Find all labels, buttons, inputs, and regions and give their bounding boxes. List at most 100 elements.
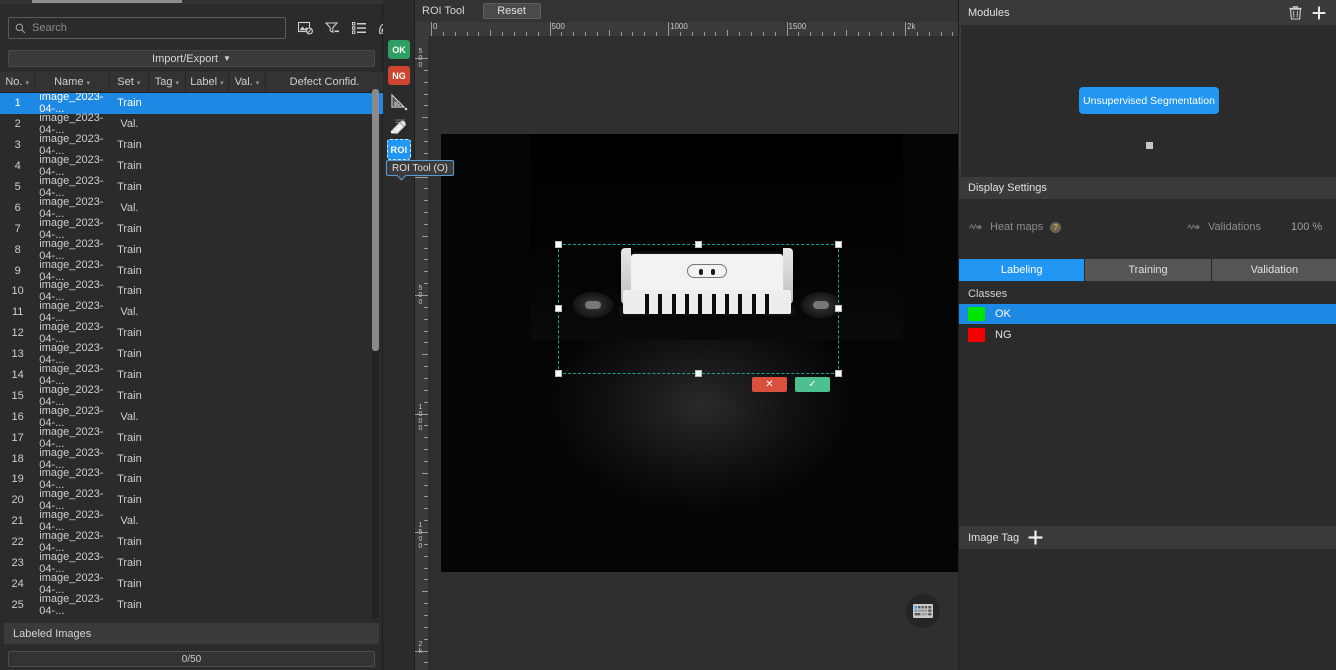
cell-set: Train [117,494,142,507]
table-row[interactable]: 3 image_2023-04-... Train [0,133,383,158]
cell-label [186,323,229,344]
table-row[interactable]: 5 image_2023-04-... Train [0,175,383,199]
cell-set: Train [117,452,142,465]
funnel-filter-icon[interactable] [324,21,341,36]
class-item-ok[interactable]: OK [959,304,1336,324]
validations-row[interactable]: Validations [1187,221,1261,233]
table-row[interactable]: 20 image_2023-04-... Train [0,488,383,512]
ruler-label: 0 [433,22,438,31]
roi-handle-top-left[interactable] [555,241,562,248]
tab-training[interactable]: Training [1085,259,1211,281]
table-row[interactable]: 12 image_2023-04-... Train [0,321,383,345]
table-row[interactable]: 24 image_2023-04-... Train [0,572,383,596]
ng-class-tool[interactable]: NG [388,66,410,85]
table-row[interactable]: 19 image_2023-04-... Train [0,467,383,491]
sort-caret-icon[interactable]: ▾ [220,79,224,87]
table-row[interactable]: 6 image_2023-04-... Val. [0,196,383,220]
table-row[interactable]: 8 image_2023-04-... Train [0,238,383,262]
table-row[interactable]: 22 image_2023-04-... Train [0,530,383,554]
plus-icon[interactable] [1311,5,1327,21]
table-row[interactable]: 16 image_2023-04-... Val. [0,405,383,429]
roi-confirm-button[interactable]: ✓ [795,377,830,392]
column-header-no[interactable]: No. ▾ [0,71,36,93]
roi-handle-bottom-right[interactable] [835,370,842,377]
table-row[interactable]: 10 image_2023-04-... Train [0,279,383,303]
cell-set: Train [117,577,142,590]
roi-handle-bottom-left[interactable] [555,370,562,377]
cell-set: Train [117,285,142,298]
help-icon[interactable]: ? [1050,221,1062,233]
class-item-ng[interactable]: NG [959,325,1336,345]
table-row[interactable]: 23 image_2023-04-... Train [0,551,383,575]
cell-set: Train [117,264,142,277]
validations-toggle-icon[interactable] [1187,223,1201,231]
tab-validation[interactable]: Validation [1211,259,1336,281]
table-row[interactable]: 14 image_2023-04-... Train [0,363,383,387]
roi-selection-box[interactable] [555,241,842,377]
table-row[interactable]: 17 image_2023-04-... Train [0,426,383,450]
list-view-icon[interactable] [351,21,368,36]
keyboard-shortcuts-button[interactable] [906,594,940,628]
table-row[interactable]: 9 image_2023-04-... Train [0,259,383,283]
class-color-swatch[interactable] [968,328,985,342]
column-header-tag[interactable]: Tag ▾ [149,71,187,93]
list-scrollbar-thumb[interactable] [372,89,379,351]
table-row[interactable]: 7 image_2023-04-... Train [0,217,383,241]
ok-class-tool[interactable]: OK [388,40,410,59]
sort-caret-icon[interactable]: ▾ [25,79,29,87]
import-export-button[interactable]: Import/Export ▼ [8,50,375,67]
sort-caret-icon[interactable]: ▾ [256,79,260,87]
image-filter-icon[interactable] [297,21,314,36]
cell-set: Train [117,431,142,444]
image-tag-body[interactable] [959,549,1336,670]
cell-name: image_2023-04-... [39,112,104,137]
table-row[interactable]: 15 image_2023-04-... Train [0,384,383,408]
eraser-tool[interactable] [388,114,410,138]
heat-map-toggle-icon[interactable] [969,223,983,231]
table-row[interactable]: 4 image_2023-04-... Train [0,154,383,178]
cell-defect [266,156,383,177]
column-header-val[interactable]: Val. ▾ [229,71,267,93]
table-row[interactable]: 1 image_2023-04-... Train [0,93,383,115]
roi-handle-middle-right[interactable] [835,305,842,312]
table-row[interactable]: 11 image_2023-04-... Val. [0,300,383,324]
tab-labeling[interactable]: Labeling [959,259,1085,281]
table-row[interactable]: 18 image_2023-04-... Train [0,447,383,471]
sort-caret-icon[interactable]: ▾ [137,79,141,87]
roi-handle-top-middle[interactable] [694,241,702,248]
table-row[interactable]: 21 image_2023-04-... Val. [0,509,383,533]
table-row[interactable]: 2 image_2023-04-... Val. [0,112,383,137]
node-port-bottom[interactable] [1146,142,1153,149]
table-row[interactable]: 25 image_2023-04-... Train [0,593,383,617]
column-header-name[interactable]: Name ▾ [35,71,110,93]
cell-tag [149,344,186,365]
column-header-defect[interactable]: Defect Confid. [266,72,383,93]
roi-cancel-button[interactable]: ✕ [752,377,787,392]
cell-label [186,114,229,135]
reset-button[interactable]: Reset [482,3,541,19]
module-node-unsupervised-segmentation[interactable]: Unsupervised Segmentation [1079,87,1219,114]
cell-label [186,385,229,406]
roi-handle-middle-left[interactable] [555,305,562,312]
column-header-label: Tag [154,76,173,88]
column-header-set[interactable]: Set ▾ [110,71,149,93]
heat-maps-row[interactable]: Heat maps ? [969,221,1062,233]
polygon-tool[interactable] [388,90,410,114]
cell-set: Train [117,389,142,402]
roi-handle-top-right[interactable] [835,241,842,248]
column-header-label[interactable]: Label ▾ [186,71,229,93]
roi-tool[interactable]: ROI [387,139,411,160]
cell-name: image_2023-04-... [39,133,104,158]
cell-no: 22 [11,536,24,549]
modules-canvas[interactable]: Unsupervised Segmentation [959,26,1336,175]
class-color-swatch[interactable] [968,307,985,321]
roi-handle-bottom-middle[interactable] [694,370,702,377]
image-table[interactable]: 1 image_2023-04-... Train 2 image_2023-04-..… [0,93,383,618]
search-input[interactable]: Search [8,17,286,39]
list-toolbar-icons [297,21,395,36]
trash-icon[interactable] [1287,5,1303,21]
table-row[interactable]: 13 image_2023-04-... Train [0,342,383,366]
plus-icon[interactable] [1027,530,1043,546]
sort-caret-icon[interactable]: ▾ [176,79,180,87]
sort-caret-icon[interactable]: ▾ [86,79,90,87]
